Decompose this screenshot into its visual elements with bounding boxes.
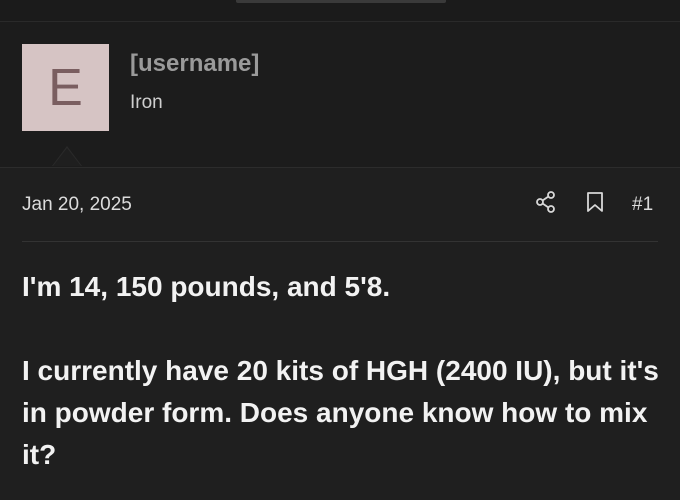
divider bbox=[22, 241, 658, 242]
top-tab-indicator bbox=[236, 0, 446, 3]
avatar-letter: E bbox=[48, 58, 83, 117]
user-info-panel: E [username] Iron bbox=[0, 22, 680, 168]
post-date[interactable]: Jan 20, 2025 bbox=[22, 194, 132, 216]
post-number-link[interactable]: #1 bbox=[632, 194, 653, 216]
bookmark-icon bbox=[586, 191, 604, 218]
share-icon bbox=[535, 190, 557, 219]
post-meta: Jan 20, 2025 #1 bbox=[0, 182, 680, 226]
username[interactable]: [username] bbox=[130, 50, 259, 78]
share-button[interactable] bbox=[534, 190, 558, 219]
top-bar bbox=[0, 0, 680, 22]
user-title: Iron bbox=[130, 92, 163, 113]
avatar[interactable]: E bbox=[22, 44, 109, 131]
post-body: I'm 14, 150 pounds, and 5'8. I currently… bbox=[22, 266, 662, 476]
bookmark-button[interactable] bbox=[583, 191, 607, 217]
post-paragraph: I'm 14, 150 pounds, and 5'8. bbox=[22, 271, 391, 302]
panel-pointer bbox=[52, 146, 82, 166]
post-paragraph: I currently have 20 kits of HGH (2400 IU… bbox=[22, 355, 659, 470]
